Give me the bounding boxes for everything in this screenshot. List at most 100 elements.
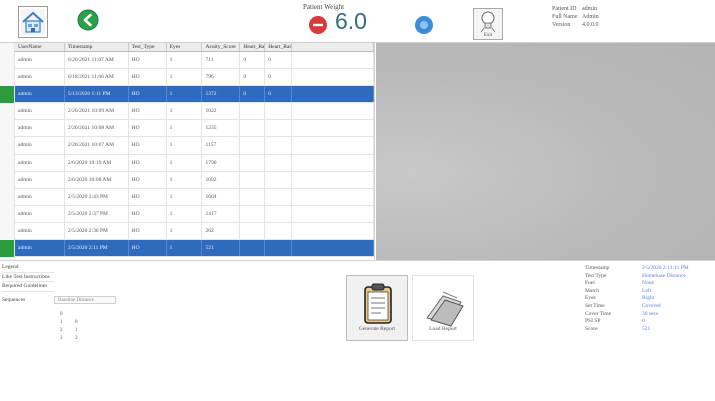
table-row[interactable]: admin 6/20/2021 11:07 AM HO 1 711 0 0 xyxy=(15,52,374,70)
table-cell: HO xyxy=(129,205,167,222)
table-cell: admin xyxy=(15,52,65,69)
table-row[interactable]: admin 2/6/2020 10:19 AM HO 1 1790 xyxy=(15,154,374,172)
grid-body: admin 6/20/2021 11:07 AM HO 1 711 0 0 admin 6/18… xyxy=(15,52,374,258)
table-row[interactable]: admin 2/5/2020 2:37 PM HO 1 1417 xyxy=(15,205,374,223)
column-header[interactable]: Acuity_Score xyxy=(202,43,241,51)
table-row[interactable]: admin 2/5/2020 2:36 PM HO 1 262 xyxy=(15,222,374,241)
results-grid[interactable]: UserName Timestamp Test_Type Eyes Acuity… xyxy=(15,43,375,260)
table-cell: HO xyxy=(129,137,167,154)
table-cell: HO xyxy=(129,154,167,171)
selected-row-marker xyxy=(0,86,14,104)
detail-value: Right xyxy=(642,295,655,302)
table-cell: 711 xyxy=(202,52,241,69)
legend-title: Legend xyxy=(2,263,54,273)
sequence-row[interactable]: 10 xyxy=(60,319,78,327)
table-row[interactable]: admin 2/26/2021 10:08 AM HO 1 1235 xyxy=(15,120,374,138)
detail-key: Set Time xyxy=(585,302,605,309)
table-cell: HO xyxy=(129,188,167,205)
sequence-row[interactable]: 32 xyxy=(60,335,78,343)
table-cell: 1235 xyxy=(202,120,241,137)
generate-report-button[interactable]: Generate Report xyxy=(346,275,408,341)
detail-key: Fuel xyxy=(585,280,595,287)
sequence-row[interactable]: 21 xyxy=(60,327,78,335)
table-cell xyxy=(292,86,374,103)
bottom-panel: Legend Like Test Instructions Required G… xyxy=(0,260,715,401)
table-cell: HO xyxy=(129,120,167,137)
table-cell: 1022 xyxy=(202,103,241,120)
load-report-label: Load Report xyxy=(429,326,457,332)
table-row[interactable]: admin 2/5/2020 2:43 PM HO 1 1664 xyxy=(15,188,374,206)
patient-info: Patient ID admin Full Name Admin Version… xyxy=(552,5,599,29)
exit-button[interactable]: Exit xyxy=(473,8,503,40)
detail-row: Timestamp 2/5/2020 2:11:11 PM xyxy=(585,265,689,273)
table-cell: admin xyxy=(15,120,65,137)
table-cell xyxy=(265,154,293,171)
plus-icon xyxy=(415,16,433,34)
detail-key: Match xyxy=(585,287,600,294)
version-label: Version xyxy=(552,22,571,28)
legend-item[interactable]: Required Guidelines xyxy=(2,282,54,292)
sequence-index: 2 xyxy=(60,328,63,333)
column-header[interactable]: Eyes xyxy=(167,43,203,51)
column-header[interactable]: Test_Type xyxy=(129,43,167,51)
grid-header: UserName Timestamp Test_Type Eyes Acuity… xyxy=(15,43,374,52)
table-cell: 2/5/2020 2:43 PM xyxy=(65,188,129,205)
table-cell xyxy=(292,120,374,137)
table-cell xyxy=(240,103,266,120)
table-row[interactable]: admin 2/26/2021 10:09 AM HO 1 1022 xyxy=(15,103,374,121)
table-cell: 0 xyxy=(240,69,266,86)
sequence-index: 3 xyxy=(60,336,63,341)
table-cell: HO xyxy=(129,86,167,103)
increase-weight-button[interactable] xyxy=(414,15,434,35)
table-cell: 5/13/2020 1:11 PM xyxy=(65,86,129,103)
full-name-row: Full Name Admin xyxy=(552,13,599,21)
detail-value: 2/5/2020 2:11:11 PM xyxy=(642,265,689,271)
table-cell: HO xyxy=(129,222,167,240)
table-cell: admin xyxy=(15,240,65,257)
table-cell: HO xyxy=(129,103,167,120)
version-value: 4.0.0.0 xyxy=(582,22,599,28)
table-cell: 1790 xyxy=(202,154,241,171)
sequence-dropdown[interactable]: Baseline Distance xyxy=(54,296,116,304)
detail-value: Left xyxy=(642,287,652,294)
table-row[interactable]: admin 6/18/2021 11:06 AM HO 1 796 0 0 xyxy=(15,69,374,87)
legend: Legend Like Test Instructions Required G… xyxy=(2,263,54,292)
table-cell: admin xyxy=(15,154,65,171)
top-bar: Patient Weight 6.0 Exit Patient ID admin… xyxy=(0,0,715,43)
sequence-row[interactable]: 0 xyxy=(60,311,78,319)
table-cell: 1417 xyxy=(202,205,241,222)
table-cell: 1 xyxy=(167,188,203,205)
detail-row: PSI SP 0 xyxy=(585,318,689,326)
patient-id-row: Patient ID admin xyxy=(552,5,599,13)
column-header[interactable]: Heart_Rate xyxy=(240,43,266,51)
patient-id-value: admin xyxy=(582,6,597,12)
column-header[interactable]: UserName xyxy=(15,43,65,51)
table-row[interactable]: admin 2/5/2020 2:11 PM HO 1 521 xyxy=(15,240,374,258)
detail-key: PSI SP xyxy=(585,318,601,325)
table-cell xyxy=(265,188,293,205)
detail-row: Cover Time 30 secs xyxy=(585,311,689,319)
table-cell: 0 xyxy=(265,86,293,103)
table-cell: 262 xyxy=(202,222,241,240)
table-cell: admin xyxy=(15,86,65,103)
table-cell: HO xyxy=(129,52,167,69)
column-header[interactable]: Timestamp xyxy=(65,43,129,51)
column-header[interactable]: Heart_Rate xyxy=(265,43,293,51)
table-row[interactable]: admin 2/26/2021 10:07 AM HO 1 1157 xyxy=(15,137,374,155)
legend-item[interactable]: Like Test Instructions xyxy=(2,273,54,282)
decrease-weight-button[interactable] xyxy=(308,15,328,35)
table-cell xyxy=(265,137,293,154)
table-row[interactable]: admin 5/13/2020 1:11 PM HO 1 1372 0 0 xyxy=(15,86,374,104)
table-cell: 2/5/2020 2:11 PM xyxy=(65,240,129,257)
table-cell xyxy=(240,188,266,205)
detail-row: Set Time Covered xyxy=(585,303,689,311)
home-button[interactable] xyxy=(18,6,48,38)
table-cell: 1 xyxy=(167,86,203,103)
back-button[interactable] xyxy=(77,9,99,31)
load-report-button[interactable]: Load Report xyxy=(412,275,474,341)
table-cell: 0 xyxy=(265,52,293,69)
table-cell xyxy=(265,171,293,188)
table-cell: admin xyxy=(15,222,65,240)
table-row[interactable]: admin 2/6/2020 10:08 AM HO 1 1092 xyxy=(15,171,374,189)
table-cell: 1 xyxy=(167,222,203,240)
